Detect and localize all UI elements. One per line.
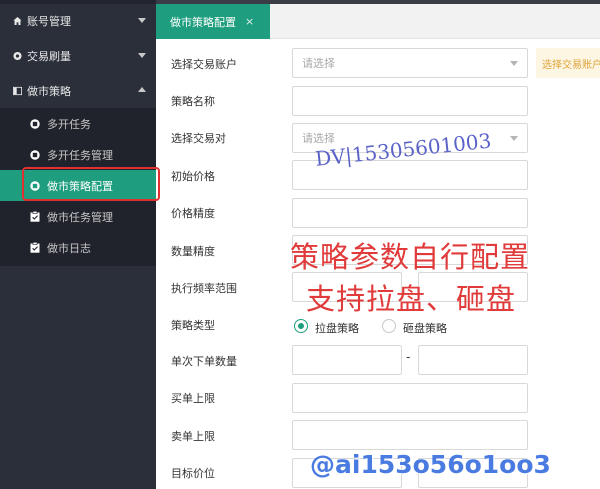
- tab-strategy-config[interactable]: 做市策略配置 ×: [156, 4, 270, 39]
- circle-square-icon: [30, 118, 40, 129]
- sell-limit-input[interactable]: [292, 420, 528, 450]
- chevron-up-icon: [138, 87, 146, 92]
- freq-range-label: 执行频率范围: [171, 282, 237, 295]
- promo-line-1: 策略参数自行配置: [290, 240, 531, 274]
- pair-placeholder: 请选择: [302, 132, 335, 145]
- handle-watermark: @ai153o56o1oo3: [310, 450, 551, 479]
- pair-label: 选择交易对: [171, 132, 226, 145]
- account-placeholder: 请选择: [302, 57, 335, 70]
- name-label: 策略名称: [171, 95, 215, 108]
- buy-limit-label: 买单上限: [171, 392, 215, 405]
- strategy-name-input[interactable]: [292, 86, 528, 116]
- init-price-label: 初始价格: [171, 170, 215, 183]
- sidebar-group-accounts[interactable]: 账号管理: [0, 4, 156, 38]
- sidebar-item-multi-task-manage[interactable]: 多开任务管理: [0, 139, 156, 170]
- range-separator: -: [406, 350, 411, 364]
- sidebar-item-mm-log[interactable]: 做市日志: [0, 232, 156, 263]
- panel-icon: [13, 86, 22, 96]
- order-qty-max-input[interactable]: [418, 345, 528, 375]
- sidebar-item-label: 多开任务: [47, 117, 91, 131]
- sidebar-group-market-making[interactable]: 做市策略: [0, 74, 156, 108]
- strategy-type-label: 策略类型: [171, 319, 215, 332]
- order-qty-label: 单次下单数量: [171, 355, 237, 368]
- sidebar-item-label: 做市日志: [47, 241, 91, 255]
- sidebar: 账号管理 交易刷量 做市策略 多开任务 多开任务管理 做市策略配置 做市任务管理…: [0, 0, 156, 489]
- target-price-label: 目标价位: [171, 467, 215, 480]
- sidebar-group-trading[interactable]: 交易刷量: [0, 39, 156, 73]
- sell-limit-label: 卖单上限: [171, 430, 215, 443]
- chevron-down-icon: [510, 61, 518, 66]
- radio-pump[interactable]: [294, 319, 308, 333]
- radio-dump[interactable]: [382, 319, 396, 333]
- sidebar-item-label: 做市任务管理: [47, 210, 113, 224]
- sidebar-group-label: 账号管理: [27, 15, 71, 28]
- promo-line-2: 支持拉盘、砸盘: [306, 282, 517, 316]
- clipboard-icon: [30, 211, 40, 222]
- price-precision-input[interactable]: [292, 198, 528, 228]
- sidebar-group-label: 做市策略: [27, 85, 71, 98]
- sidebar-item-multi-task[interactable]: 多开任务: [0, 108, 156, 139]
- radio-dump-label: 砸盘策略: [403, 322, 447, 335]
- chevron-down-icon: [138, 53, 146, 58]
- sidebar-item-mm-task-manage[interactable]: 做市任务管理: [0, 201, 156, 232]
- close-icon[interactable]: ×: [245, 15, 254, 28]
- order-qty-min-input[interactable]: [292, 345, 402, 375]
- chevron-down-icon: [138, 18, 146, 23]
- sidebar-group-label: 交易刷量: [27, 50, 71, 63]
- account-select[interactable]: 请选择: [292, 48, 528, 78]
- price-precision-label: 价格精度: [171, 207, 215, 220]
- buy-limit-input[interactable]: [292, 383, 528, 413]
- account-label: 选择交易账户: [171, 58, 237, 71]
- qty-precision-label: 数量精度: [171, 245, 215, 258]
- home-icon: [13, 16, 22, 26]
- tab-bar: 做市策略配置 ×: [156, 4, 600, 39]
- chevron-down-icon: [510, 136, 518, 141]
- circle-square-icon: [30, 149, 40, 160]
- clipboard-icon: [30, 242, 40, 253]
- sidebar-item-label: 多开任务管理: [47, 148, 113, 162]
- circle-icon: [13, 51, 22, 61]
- tab-label: 做市策略配置: [170, 15, 236, 29]
- highlight-annotation: [22, 167, 160, 201]
- radio-pump-label: 拉盘策略: [315, 322, 359, 335]
- account-tip: 选择交易账户: [536, 48, 600, 78]
